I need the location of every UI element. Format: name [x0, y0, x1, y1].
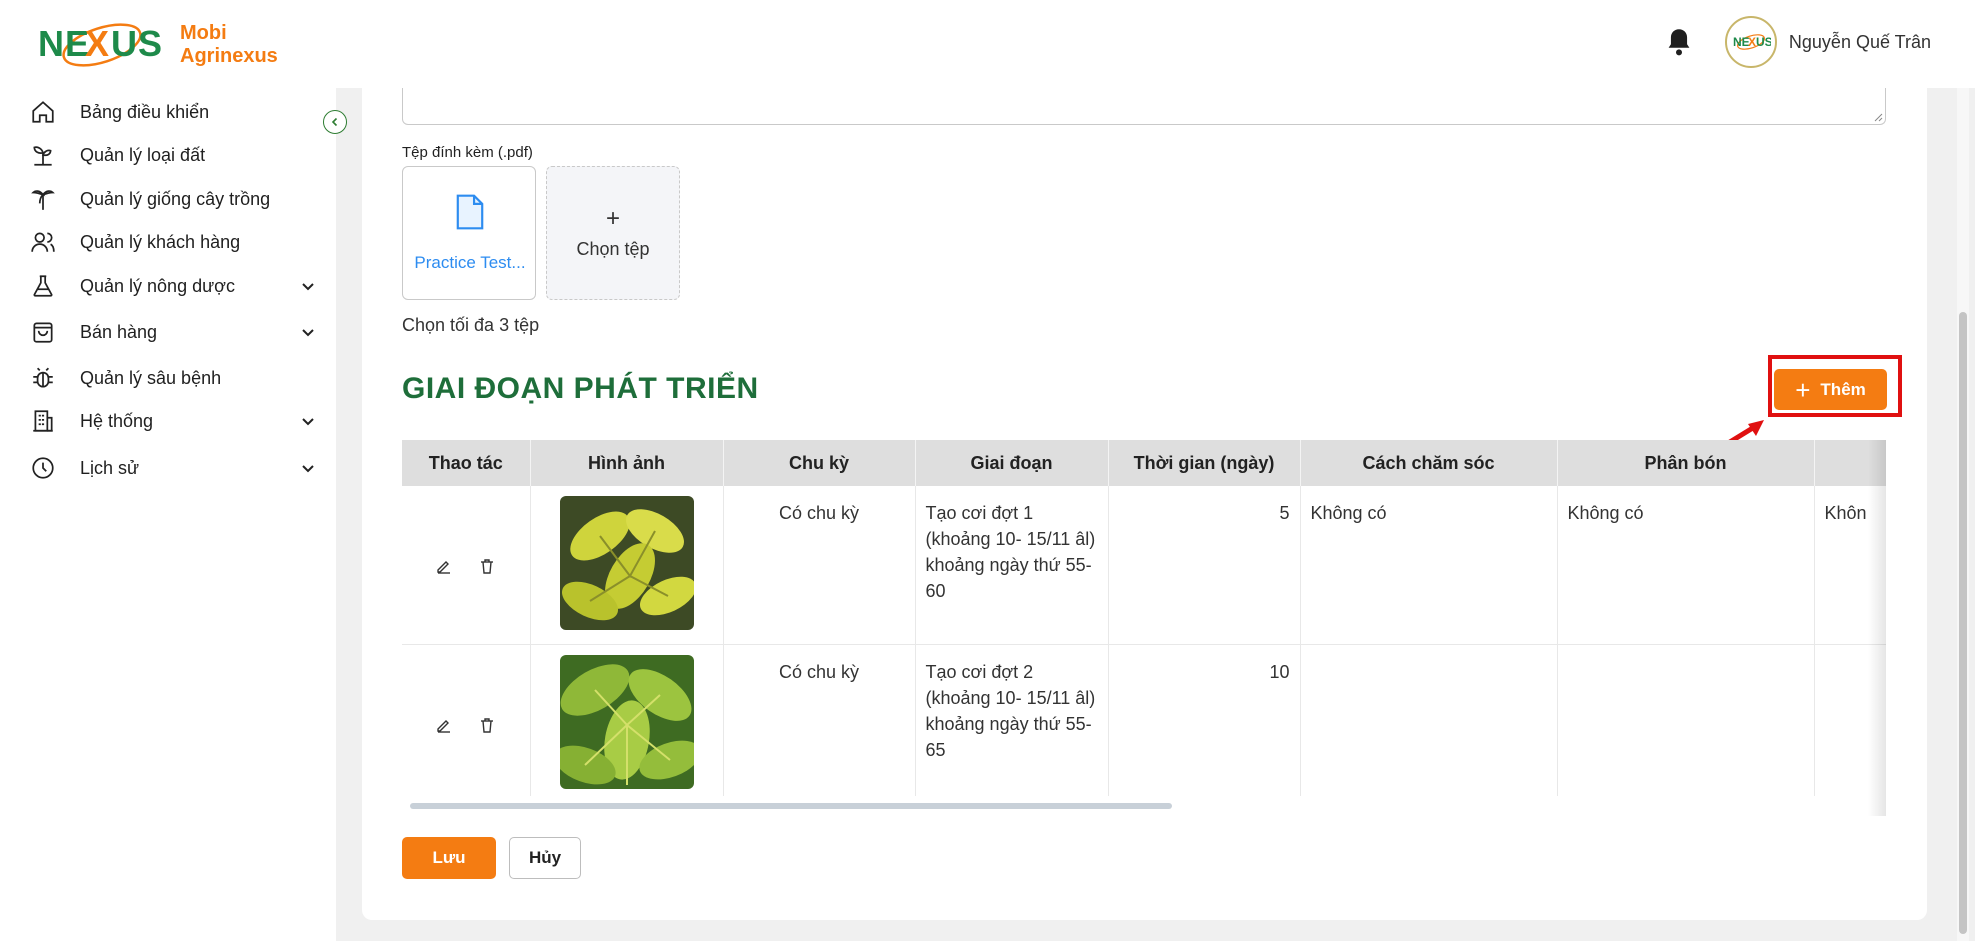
- column-header: Giai đoạn: [915, 440, 1109, 486]
- add-stage-label: Thêm: [1820, 379, 1866, 399]
- days-cell: 5: [1108, 486, 1301, 645]
- care-cell: Không có: [1300, 486, 1558, 645]
- edit-icon[interactable]: [435, 557, 453, 575]
- sidebar-item-history[interactable]: Lịch sử: [30, 453, 320, 483]
- column-header: Phân bón: [1557, 440, 1815, 486]
- top-header: NE X US Mobi Agrinexus NE X US Nguyễn Qu…: [0, 0, 1975, 88]
- avatar-logo-icon: NE X US: [1733, 34, 1771, 50]
- edit-icon[interactable]: [435, 716, 453, 734]
- user-name[interactable]: Nguyễn Quế Trân: [1789, 32, 1931, 53]
- sidebar-item-label: Quản lý sâu bệnh: [80, 367, 222, 388]
- header-user-area: NE X US Nguyễn Quế Trân: [1665, 16, 1931, 68]
- sidebar-item-label: Quản lý loại đất: [80, 144, 206, 165]
- cycle-cell: Có chu kỳ: [723, 644, 916, 796]
- cancel-button[interactable]: Hủy: [509, 837, 581, 879]
- sidebar-item-pesticides[interactable]: Quản lý nông dược: [30, 271, 320, 301]
- growth-stage-table: Thao tác Hình ảnh Chu kỳ Giai đoạn Thời …: [402, 440, 1886, 796]
- days-cell: 10: [1108, 644, 1301, 796]
- plus-icon: +: [1795, 374, 1811, 405]
- chevron-down-icon: [302, 418, 314, 426]
- column-header: Thời gian (ngày): [1108, 440, 1301, 486]
- add-stage-button[interactable]: + Thêm: [1774, 369, 1887, 410]
- sidebar-item-customers[interactable]: Quản lý khách hàng: [30, 227, 320, 257]
- table-scroll-shadow: [1868, 440, 1886, 816]
- column-header: Chu kỳ: [723, 440, 916, 486]
- cycle-cell: Có chu kỳ: [723, 486, 916, 645]
- sidebar-item-label: Quản lý khách hàng: [80, 231, 241, 252]
- sidebar-item-sales[interactable]: Bán hàng: [30, 317, 320, 347]
- chevron-down-icon: [302, 465, 314, 473]
- fertilizer-cell: Không có: [1557, 486, 1815, 645]
- table-header-row: Thao tác Hình ảnh Chu kỳ Giai đoạn Thời …: [402, 440, 1886, 486]
- sprout-icon: [33, 146, 52, 166]
- column-header: Cách chăm sóc: [1300, 440, 1558, 486]
- chevron-down-icon: [302, 283, 314, 291]
- app-name-line2: Agrinexus: [180, 45, 278, 67]
- attached-file-card[interactable]: Practice Test...: [402, 166, 536, 300]
- sidebar-item-label: Bảng điều khiển: [80, 101, 210, 122]
- section-title: GIAI ĐOẠN PHÁT TRIỂN: [402, 372, 759, 405]
- svg-text:US: US: [111, 23, 163, 64]
- sidebar-item-pests[interactable]: Quản lý sâu bệnh: [30, 363, 320, 393]
- palm-tree-icon: [31, 190, 55, 210]
- trash-icon[interactable]: [478, 716, 496, 734]
- app-name-line1: Mobi: [180, 22, 227, 44]
- app-name: Mobi Agrinexus: [180, 22, 278, 68]
- bell-icon[interactable]: [1665, 27, 1693, 57]
- row-actions: [402, 644, 531, 796]
- column-header: Thao tác: [402, 440, 531, 486]
- table-horizontal-scrollbar[interactable]: [410, 803, 1172, 809]
- svg-text:X: X: [85, 23, 109, 64]
- stage-cell: Tạo cơi đợt 2 (khoảng 10- 15/11 âl) khoả…: [915, 644, 1109, 796]
- row-image-cell: [530, 486, 724, 645]
- clock-icon: [32, 457, 54, 479]
- shopping-bag-icon: [33, 322, 53, 343]
- chevron-down-icon: [302, 329, 314, 337]
- stage-cell: Tạo cơi đợt 1 (khoảng 10- 15/11 âl) khoả…: [915, 486, 1109, 645]
- row-image-cell: [530, 644, 724, 796]
- leaf-photo-green[interactable]: [559, 655, 694, 789]
- sidebar-item-dashboard[interactable]: Bảng điều khiển: [30, 97, 320, 127]
- flask-icon: [33, 275, 53, 297]
- resize-grip-icon[interactable]: [1873, 112, 1883, 122]
- table-row: Có chu kỳ Tạo cơi đợt 1 (khoảng 10- 15/1…: [402, 486, 1886, 645]
- sidebar-item-label: Bán hàng: [80, 321, 158, 342]
- sidebar-item-soil[interactable]: Quản lý loại đất: [30, 140, 320, 170]
- table-row: Có chu kỳ Tạo cơi đợt 2 (khoảng 10- 15/1…: [402, 644, 1886, 796]
- app-logo[interactable]: NE X US Mobi Agrinexus: [38, 14, 278, 76]
- upload-file-button[interactable]: + Chọn tệp: [546, 166, 680, 300]
- care-cell: [1300, 644, 1558, 796]
- bug-icon: [33, 367, 53, 388]
- upload-label: Chọn tệp: [576, 239, 650, 259]
- sidebar-item-crops[interactable]: Quản lý giống cây trồng: [30, 184, 320, 214]
- fertilizer-cell: [1557, 644, 1815, 796]
- attachment-label: Tệp đính kèm (.pdf): [402, 144, 533, 161]
- sidebar-item-system[interactable]: Hệ thống: [30, 406, 320, 436]
- save-button[interactable]: Lưu: [402, 837, 496, 879]
- row-actions: [402, 486, 531, 645]
- sidebar-item-label: Lịch sử: [80, 457, 140, 478]
- file-limit-hint: Chọn tối đa 3 tệp: [402, 315, 540, 335]
- leaf-photo-yellow[interactable]: [559, 496, 694, 630]
- plus-icon: +: [605, 205, 620, 232]
- svg-text:NE: NE: [38, 23, 90, 64]
- page-scrollbar-thumb[interactable]: [1959, 312, 1967, 934]
- svg-text:X: X: [1748, 35, 1756, 49]
- sidebar-item-label: Quản lý nông dược: [80, 275, 235, 296]
- file-icon: [456, 194, 484, 230]
- sidebar-item-label: Quản lý giống cây trồng: [80, 188, 271, 209]
- home-icon: [32, 101, 54, 123]
- chevron-left-icon: [331, 117, 338, 127]
- avatar[interactable]: NE X US: [1724, 16, 1777, 68]
- sidebar-item-label: Hệ thống: [80, 410, 154, 431]
- sidebar: Bảng điều khiển Quản lý loại đất Quản lý…: [0, 88, 336, 941]
- building-icon: [33, 410, 53, 432]
- nexus-logo-mark: NE X US: [38, 23, 163, 67]
- attached-file-name[interactable]: Practice Test...: [403, 253, 537, 273]
- svg-text:US: US: [1756, 35, 1771, 49]
- sidebar-collapse-button[interactable]: [323, 110, 347, 134]
- trash-icon[interactable]: [478, 557, 496, 575]
- users-icon: [31, 232, 55, 252]
- column-header: Hình ảnh: [530, 440, 724, 486]
